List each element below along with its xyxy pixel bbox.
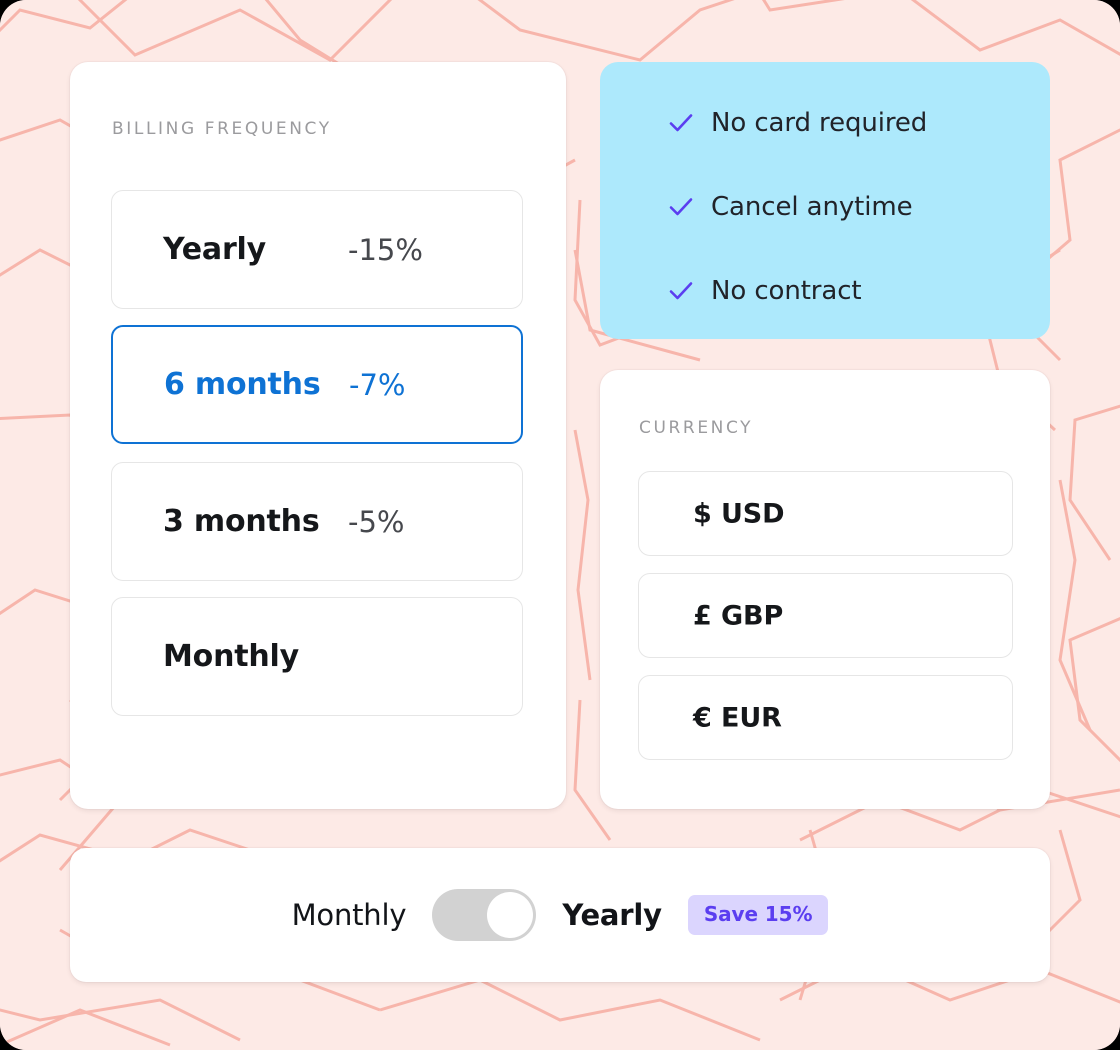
toggle-label-yearly[interactable]: Yearly [562,898,662,932]
currency-option-label: € EUR [693,702,782,733]
billing-frequency-card: BILLING FREQUENCY Yearly -15% 6 months -… [70,62,566,809]
check-icon [669,114,693,132]
currency-option-label: $ USD [693,498,785,529]
billing-period-toggle[interactable] [432,889,537,941]
currency-card: CURRENCY $ USD £ GBP € EUR [600,370,1050,809]
currency-option-eur[interactable]: € EUR [638,675,1013,760]
billing-frequency-label: BILLING FREQUENCY [112,119,332,139]
pricing-options-page: BILLING FREQUENCY Yearly -15% 6 months -… [0,0,1120,1050]
billing-option-name: 6 months [164,367,321,402]
toggle-knob[interactable] [487,892,534,938]
billing-option-discount: -5% [348,504,405,539]
check-icon [669,282,693,300]
billing-option-name: Yearly [163,232,266,267]
perk-item-label: No card required [711,108,928,138]
check-icon [669,198,693,216]
perks-card: No card required Cancel anytime No contr… [600,62,1050,339]
save-badge: Save 15% [687,895,829,935]
currency-option-usd[interactable]: $ USD [638,471,1013,556]
perk-item-no-card-required: No card required [668,108,927,138]
billing-option-6-months[interactable]: 6 months -7% [111,325,523,444]
billing-option-yearly[interactable]: Yearly -15% [111,190,523,309]
billing-toggle-row: Monthly Yearly Save 15% [70,848,1050,982]
billing-toggle-card: Monthly Yearly Save 15% [70,848,1050,982]
currency-label: CURRENCY [639,418,754,438]
perk-item-label: Cancel anytime [711,192,913,222]
perk-item-no-contract: No contract [668,276,862,306]
perk-item-label: No contract [711,276,862,306]
billing-option-name: 3 months [163,504,320,539]
billing-option-discount: -7% [349,367,406,402]
billing-option-monthly[interactable]: Monthly [111,597,523,716]
billing-option-discount: -15% [348,232,423,267]
currency-option-label: £ GBP [693,600,784,631]
billing-option-name: Monthly [163,639,299,674]
toggle-label-monthly[interactable]: Monthly [292,898,407,932]
perk-item-cancel-anytime: Cancel anytime [668,192,913,222]
currency-option-gbp[interactable]: £ GBP [638,573,1013,658]
billing-option-3-months[interactable]: 3 months -5% [111,462,523,581]
